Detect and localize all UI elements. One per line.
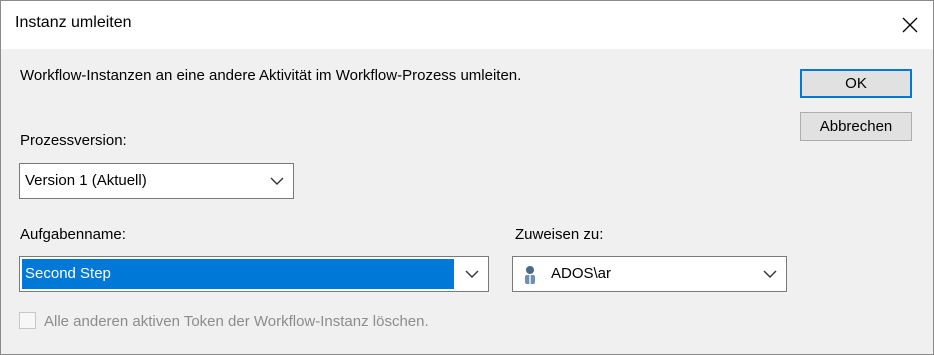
ok-button-label: OK — [845, 75, 867, 92]
assign-to-label: Zuweisen zu: — [515, 226, 604, 243]
assign-to-dropdown[interactable]: ADOS\ar — [512, 256, 787, 292]
user-icon — [525, 266, 535, 284]
dialog-window: Instanz umleiten Workflow-Instanzen an e… — [0, 0, 934, 355]
task-name-dropdown[interactable]: Second Step — [19, 256, 489, 292]
chevron-down-icon — [270, 177, 284, 185]
title-bar: Instanz umleiten — [1, 1, 933, 49]
task-name-label: Aufgabenname: — [20, 226, 126, 243]
task-name-selection: Second Step — [22, 259, 454, 289]
process-version-value: Version 1 (Aktuell) — [25, 172, 147, 189]
description-text: Workflow-Instanzen an eine andere Aktivi… — [20, 67, 522, 84]
close-button[interactable] — [887, 1, 933, 49]
ok-button[interactable]: OK — [800, 69, 912, 98]
dialog-title: Instanz umleiten — [15, 14, 132, 31]
dialog-content: Workflow-Instanzen an eine andere Aktivi… — [1, 49, 933, 354]
process-version-label: Prozessversion: — [20, 132, 127, 149]
chevron-down-icon — [465, 270, 479, 278]
chevron-down-icon — [763, 270, 777, 278]
delete-tokens-checkbox[interactable] — [19, 312, 36, 329]
task-name-value: Second Step — [25, 265, 111, 282]
delete-tokens-label: Alle anderen aktiven Token der Workflow-… — [44, 313, 429, 330]
assign-to-value: ADOS\ar — [551, 265, 612, 282]
close-icon — [902, 17, 918, 33]
process-version-dropdown[interactable]: Version 1 (Aktuell) — [19, 163, 294, 199]
cancel-button[interactable]: Abbrechen — [800, 112, 912, 141]
cancel-button-label: Abbrechen — [819, 118, 893, 135]
